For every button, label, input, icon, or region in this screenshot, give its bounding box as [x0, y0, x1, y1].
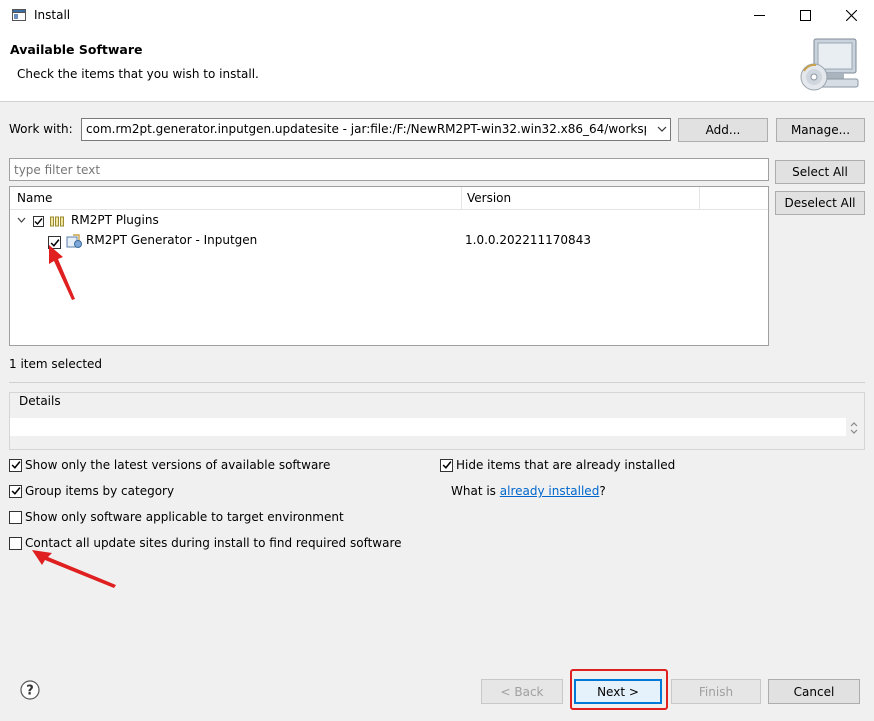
minimize-icon — [753, 15, 765, 16]
install-computer-icon — [800, 38, 859, 91]
target-environment-checkbox[interactable] — [9, 510, 22, 524]
annotation-arrow — [32, 550, 116, 588]
latest-versions-label: Show only the latest versions of availab… — [25, 458, 331, 472]
column-header-version[interactable]: Version — [467, 191, 511, 205]
check-icon — [34, 218, 43, 226]
category-checkbox[interactable] — [33, 216, 44, 227]
details-label: Details — [17, 394, 63, 408]
window-title: Install — [34, 8, 71, 22]
page-title: Available Software — [10, 42, 143, 57]
annotation-highlight-box — [570, 669, 668, 710]
hide-installed-label: Hide items that are already installed — [456, 458, 676, 472]
check-icon — [11, 487, 20, 495]
option-group-by-category[interactable]: Group items by category — [9, 484, 174, 498]
what-is-text: What is — [451, 484, 496, 498]
expand-chevron-icon[interactable] — [17, 217, 26, 224]
column-header-name[interactable]: Name — [17, 191, 52, 205]
latest-versions-checkbox[interactable] — [9, 458, 22, 472]
check-icon — [442, 461, 451, 469]
title-bar: Install — [0, 0, 874, 31]
group-by-category-checkbox[interactable] — [9, 484, 22, 498]
maximize-icon — [799, 10, 811, 21]
check-icon — [11, 461, 20, 469]
app-window-icon — [12, 9, 26, 21]
add-button[interactable]: Add... — [678, 118, 768, 142]
what-is-installed-line: What is already installed? — [451, 484, 606, 498]
work-with-combo[interactable]: com.rm2pt.generator.inputgen.updatesite … — [81, 118, 671, 141]
back-button[interactable]: < Back — [481, 679, 563, 704]
item-version: 1.0.0.202211170843 — [465, 233, 591, 247]
page-subtitle: Check the items that you wish to install… — [17, 67, 259, 81]
work-with-value: com.rm2pt.generator.inputgen.updatesite … — [86, 122, 646, 136]
already-installed-link[interactable]: already installed — [500, 484, 600, 498]
column-divider — [699, 187, 700, 209]
maximize-button[interactable] — [782, 0, 828, 31]
details-scroll-icon[interactable] — [849, 420, 859, 436]
details-text-area[interactable] — [10, 418, 846, 436]
select-all-button[interactable]: Select All — [775, 160, 865, 184]
column-divider — [461, 187, 462, 209]
group-by-category-label: Group items by category — [25, 484, 175, 498]
item-name[interactable]: RM2PT Generator - Inputgen — [86, 233, 257, 247]
tree-header: Name Version — [10, 187, 768, 210]
option-hide-installed[interactable]: Hide items that are already installed — [440, 458, 675, 472]
manage-button[interactable]: Manage... — [776, 118, 865, 142]
option-latest-versions[interactable]: Show only the latest versions of availab… — [9, 458, 330, 472]
svg-text:?: ? — [26, 684, 34, 699]
separator — [9, 382, 865, 383]
finish-button[interactable]: Finish — [671, 679, 761, 704]
software-tree[interactable]: Name Version RM2PT Plugins RM2PT Generat… — [9, 186, 769, 346]
close-icon — [845, 10, 857, 21]
deselect-all-button[interactable]: Deselect All — [775, 191, 865, 215]
target-environment-label: Show only software applicable to target … — [25, 510, 344, 524]
chevron-down-icon — [657, 126, 667, 132]
minimize-button[interactable] — [736, 0, 782, 31]
work-with-label: Work with: — [9, 122, 73, 136]
category-label[interactable]: RM2PT Plugins — [71, 213, 159, 227]
help-icon[interactable]: ? — [20, 680, 40, 700]
filter-input[interactable] — [10, 159, 768, 180]
hide-installed-checkbox[interactable] — [440, 458, 453, 472]
what-is-suffix: ? — [599, 484, 606, 498]
contact-sites-checkbox[interactable] — [9, 536, 22, 550]
close-button[interactable] — [828, 0, 874, 31]
cancel-button[interactable]: Cancel — [768, 679, 860, 704]
category-icon — [50, 216, 64, 227]
wizard-header: Available Software Check the items that … — [0, 31, 874, 102]
annotation-arrow — [49, 245, 75, 300]
option-target-environment[interactable]: Show only software applicable to target … — [9, 510, 344, 524]
filter-field[interactable] — [9, 158, 769, 181]
selection-status: 1 item selected — [9, 357, 103, 371]
